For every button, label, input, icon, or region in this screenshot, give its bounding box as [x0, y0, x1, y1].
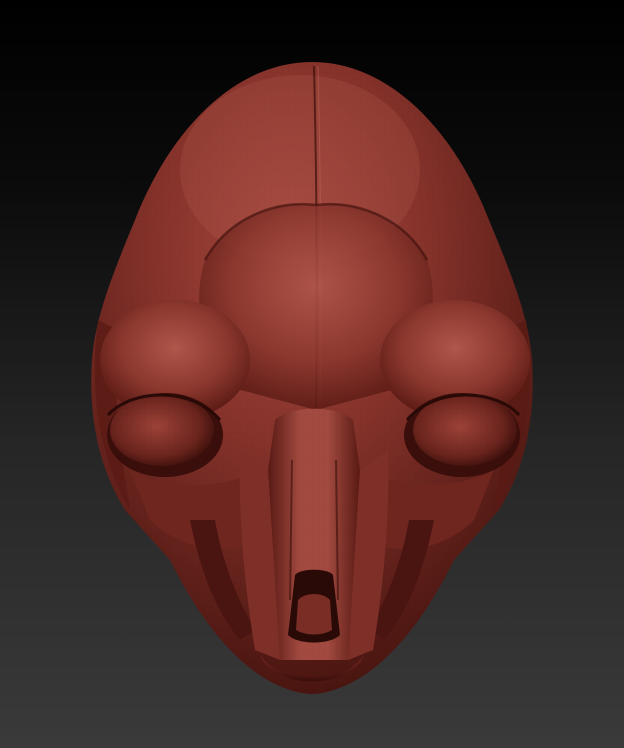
- right-eye: [404, 393, 521, 477]
- alien-head-sculpt: [91, 62, 533, 694]
- left-eye: [106, 393, 223, 477]
- sculpt-viewport[interactable]: [0, 0, 624, 748]
